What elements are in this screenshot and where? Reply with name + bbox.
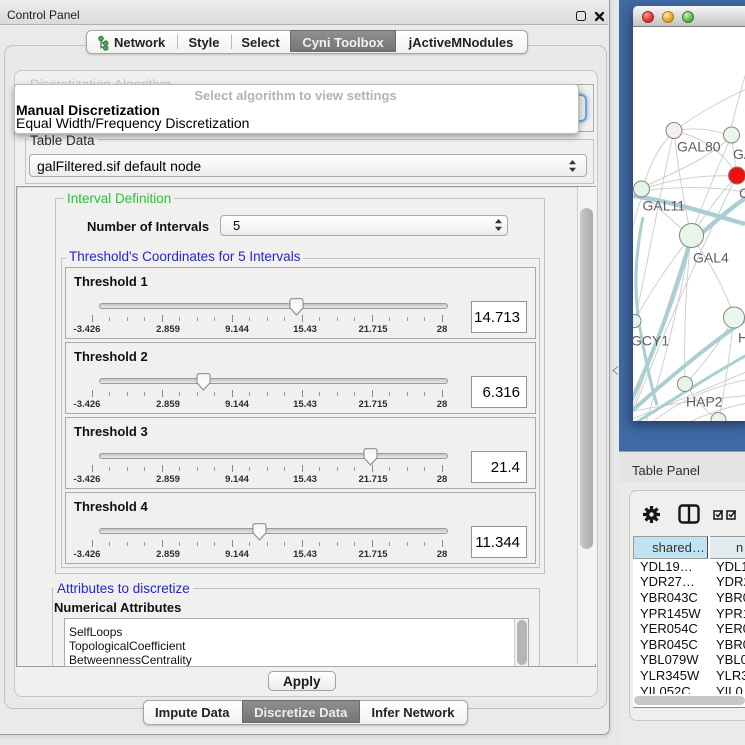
svg-text:GAL1: GAL1 (733, 146, 745, 162)
svg-text:GCY1: GCY1 (633, 333, 669, 349)
svg-text:GAL4: GAL4 (693, 250, 729, 266)
svg-text:HAP2: HAP2 (686, 394, 723, 410)
svg-text:GAL11: GAL11 (643, 198, 686, 214)
svg-text:CY: CY (739, 185, 745, 201)
svg-text:HA: HA (738, 330, 745, 346)
svg-text:GAL80: GAL80 (677, 139, 721, 155)
